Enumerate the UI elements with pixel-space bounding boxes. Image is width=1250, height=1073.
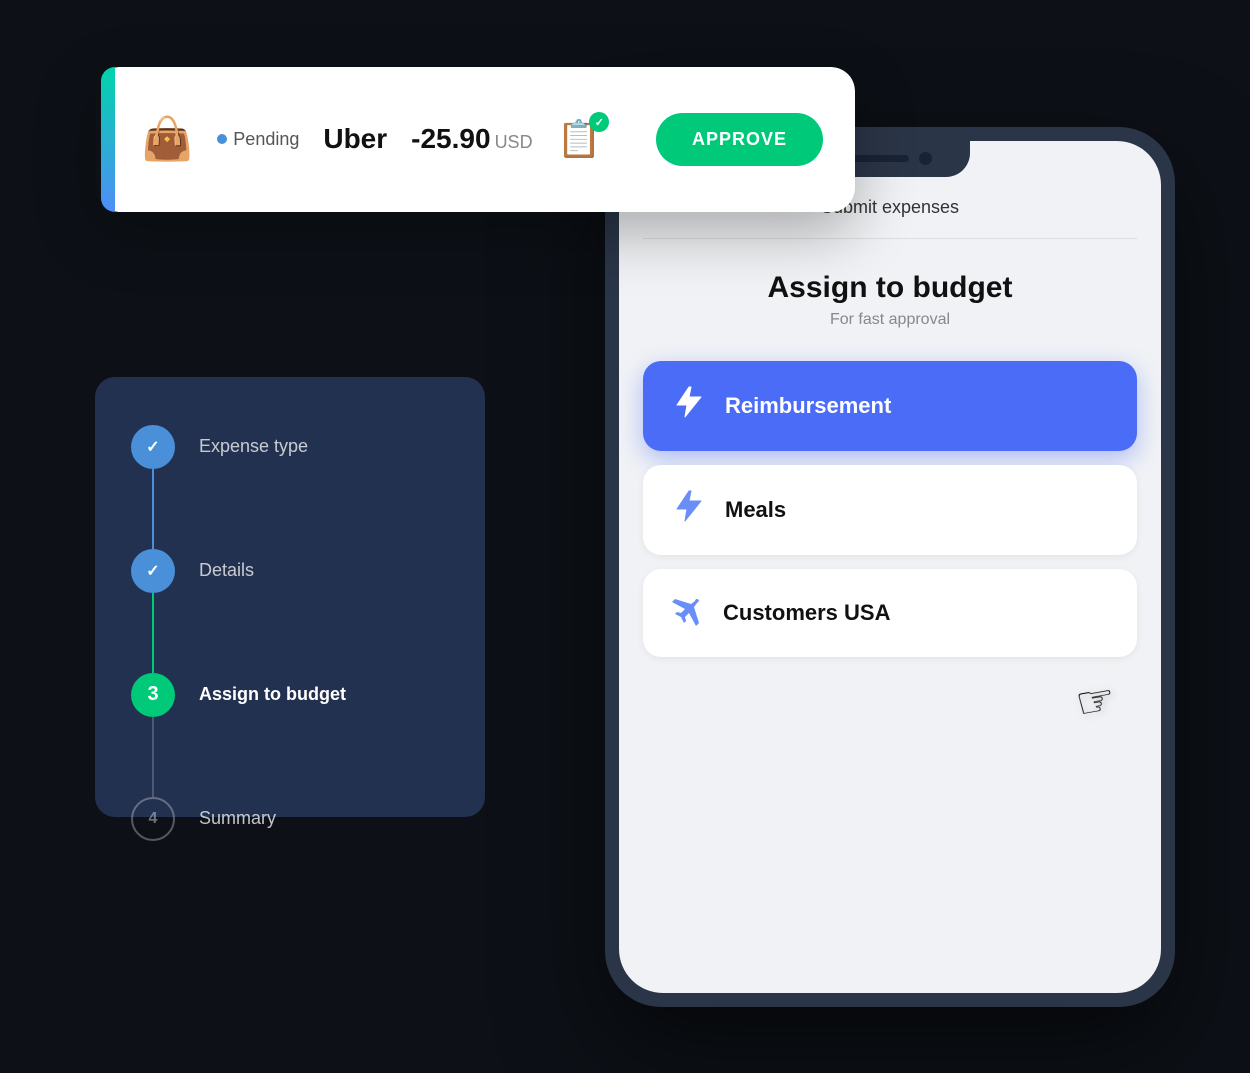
phone-mockup: Submit expenses Assign to budget For fas… xyxy=(605,127,1175,1007)
step-1: ✓ Expense type xyxy=(131,425,449,469)
amount: -25.90USD xyxy=(411,123,532,155)
step-1-circle: ✓ xyxy=(131,425,175,469)
pending-status: Pending xyxy=(217,129,299,150)
receipt-check-badge: ✓ xyxy=(589,112,609,132)
budget-item-meals[interactable]: Meals xyxy=(643,465,1137,555)
amount-currency: USD xyxy=(495,132,533,152)
wallet-icon: 👜 xyxy=(141,115,193,164)
phone-camera xyxy=(919,152,932,165)
pending-dot xyxy=(217,134,227,144)
receipt-icon: 📋 ✓ xyxy=(557,118,602,160)
budget-item-customers-usa[interactable]: Customers USA xyxy=(643,569,1137,657)
step-4: 4 Summary xyxy=(131,797,449,841)
reimbursement-icon xyxy=(667,383,705,429)
phone-screen: Submit expenses Assign to budget For fas… xyxy=(619,141,1161,993)
pending-text: Pending xyxy=(233,129,299,150)
customers-usa-label: Customers USA xyxy=(723,600,890,626)
step-1-label: Expense type xyxy=(199,436,308,457)
budget-item-reimbursement[interactable]: Reimbursement xyxy=(643,361,1137,451)
amount-value: -25.90 xyxy=(411,123,490,154)
approve-button[interactable]: APPROVE xyxy=(656,113,823,166)
assign-heading: Assign to budget xyxy=(643,271,1137,305)
step-3-circle: 3 xyxy=(131,673,175,717)
step-3: 3 Assign to budget xyxy=(131,673,449,717)
phone-inner: Submit expenses Assign to budget For fas… xyxy=(619,141,1161,993)
step-4-label: Summary xyxy=(199,808,276,829)
step-2-circle: ✓ xyxy=(131,549,175,593)
scene: 👜 Pending Uber -25.90USD 📋 ✓ APPROVE ✓ E… xyxy=(75,47,1175,1027)
phone-outer: Submit expenses Assign to budget For fas… xyxy=(605,127,1175,1007)
step-2: ✓ Details xyxy=(131,549,449,593)
customers-usa-icon xyxy=(667,591,703,635)
phone-speaker xyxy=(849,155,909,162)
cursor-hand-icon: ☞ xyxy=(1071,672,1119,729)
merchant-name: Uber xyxy=(323,123,387,155)
step-3-label: Assign to budget xyxy=(199,684,346,705)
assign-subheading: For fast approval xyxy=(643,311,1137,329)
step-4-circle: 4 xyxy=(131,797,175,841)
reimbursement-label: Reimbursement xyxy=(725,393,891,419)
meals-icon xyxy=(667,487,705,533)
meals-label: Meals xyxy=(725,497,786,523)
approval-card: 👜 Pending Uber -25.90USD 📋 ✓ APPROVE xyxy=(95,67,855,212)
step-2-label: Details xyxy=(199,560,254,581)
steps-card: ✓ Expense type ✓ Details 3 Assign to bud… xyxy=(95,377,485,817)
